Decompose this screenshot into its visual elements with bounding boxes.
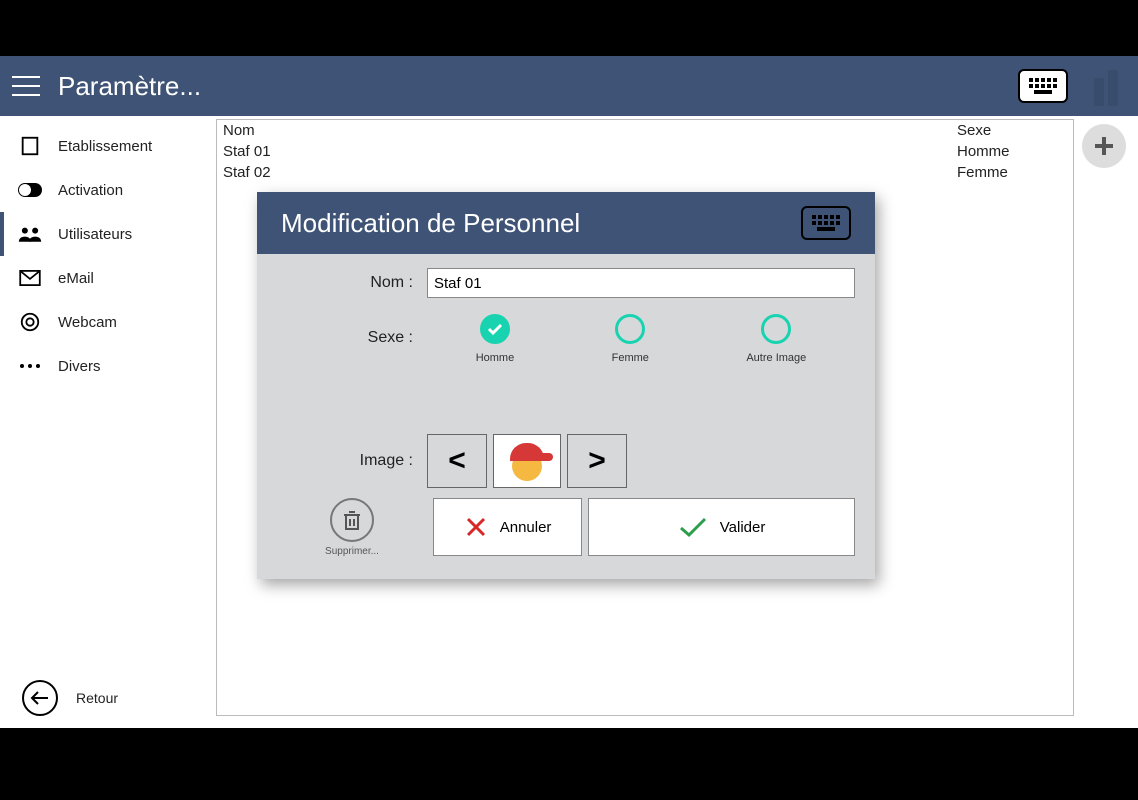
menu-icon[interactable]	[12, 76, 40, 96]
sidebar-item-activation[interactable]: Activation	[0, 168, 210, 212]
sidebar: Etablissement Activation Utilisateurs eM…	[0, 116, 210, 728]
plus-icon	[1092, 134, 1116, 158]
sidebar-item-label: Utilisateurs	[58, 226, 132, 243]
sidebar-item-label: Divers	[58, 358, 101, 375]
building-icon	[18, 134, 42, 158]
table-header: Nom Sexe	[217, 120, 1073, 141]
cell-sexe: Femme	[957, 164, 1067, 181]
app-header: Paramètre...	[0, 56, 1138, 116]
table-row[interactable]: Staf 01 Homme	[217, 141, 1073, 162]
radio-unchecked-icon	[615, 314, 645, 344]
page-title: Paramètre...	[58, 71, 1018, 102]
app-logo	[1086, 66, 1126, 106]
delete-label: Supprimer...	[325, 546, 379, 557]
x-icon	[464, 515, 488, 539]
radio-unchecked-icon	[761, 314, 791, 344]
avatar-preview	[493, 434, 561, 488]
users-table: Nom Sexe Staf 01 Homme Staf 02 Femme	[217, 120, 1073, 183]
mail-icon	[18, 266, 42, 290]
back-button[interactable]: Retour	[0, 668, 210, 728]
delete-button[interactable]	[330, 498, 374, 542]
content-panel: Nom Sexe Staf 01 Homme Staf 02 Femme Mod…	[216, 119, 1074, 716]
back-arrow-icon	[22, 680, 58, 716]
edit-personnel-modal: Modification de Personnel Nom : Sexe :	[257, 192, 875, 579]
keyboard-icon[interactable]	[1018, 69, 1068, 103]
keyboard-icon[interactable]	[801, 206, 851, 240]
sidebar-item-divers[interactable]: Divers	[0, 344, 210, 388]
validate-button[interactable]: Valider	[588, 498, 855, 556]
radio-checked-icon	[480, 314, 510, 344]
sidebar-item-email[interactable]: eMail	[0, 256, 210, 300]
sidebar-item-label: Etablissement	[58, 138, 152, 155]
nom-input[interactable]	[427, 268, 855, 298]
sidebar-item-etablissement[interactable]: Etablissement	[0, 124, 210, 168]
next-image-button[interactable]: >	[567, 434, 627, 488]
cancel-label: Annuler	[500, 519, 552, 536]
sex-option-label: Homme	[476, 352, 515, 364]
bottom-black-bar	[0, 728, 1138, 800]
sidebar-item-webcam[interactable]: Webcam	[0, 300, 210, 344]
modal-title: Modification de Personnel	[281, 208, 801, 239]
target-icon	[18, 310, 42, 334]
image-row: Image : < >	[277, 434, 855, 488]
cell-nom: Staf 01	[223, 143, 957, 160]
sexe-label: Sexe :	[277, 329, 427, 347]
toggle-icon	[18, 178, 42, 202]
validate-label: Valider	[720, 519, 766, 536]
modal-actions: Supprimer... Annuler Valider	[277, 498, 855, 557]
col-header-nom: Nom	[223, 122, 957, 139]
cell-nom: Staf 02	[223, 164, 957, 181]
sidebar-item-label: eMail	[58, 270, 94, 287]
trash-icon	[343, 510, 361, 530]
sidebar-item-utilisateurs[interactable]: Utilisateurs	[0, 212, 210, 256]
nom-row: Nom :	[277, 268, 855, 298]
sidebar-item-label: Webcam	[58, 314, 117, 331]
dots-icon	[18, 354, 42, 378]
nom-label: Nom :	[277, 274, 427, 292]
sex-option-homme[interactable]: Homme	[476, 314, 515, 364]
prev-image-button[interactable]: <	[427, 434, 487, 488]
modal-header: Modification de Personnel	[257, 192, 875, 254]
table-row[interactable]: Staf 02 Femme	[217, 162, 1073, 183]
col-header-sexe: Sexe	[957, 122, 1067, 139]
users-icon	[18, 222, 42, 246]
sidebar-item-label: Activation	[58, 182, 123, 199]
cancel-button[interactable]: Annuler	[433, 498, 582, 556]
image-label: Image :	[277, 452, 427, 470]
sex-option-autre[interactable]: Autre Image	[746, 314, 806, 364]
sex-option-femme[interactable]: Femme	[612, 314, 649, 364]
main-area: Nom Sexe Staf 01 Homme Staf 02 Femme Mod…	[210, 116, 1138, 728]
back-label: Retour	[76, 690, 118, 706]
check-icon	[678, 516, 708, 538]
sexe-row: Sexe : Homme Femme	[277, 312, 855, 364]
avatar-icon	[507, 441, 547, 481]
sex-option-label: Femme	[612, 352, 649, 364]
top-black-bar	[0, 0, 1138, 56]
sex-option-label: Autre Image	[746, 352, 806, 364]
cell-sexe: Homme	[957, 143, 1067, 160]
add-button[interactable]	[1082, 124, 1126, 168]
